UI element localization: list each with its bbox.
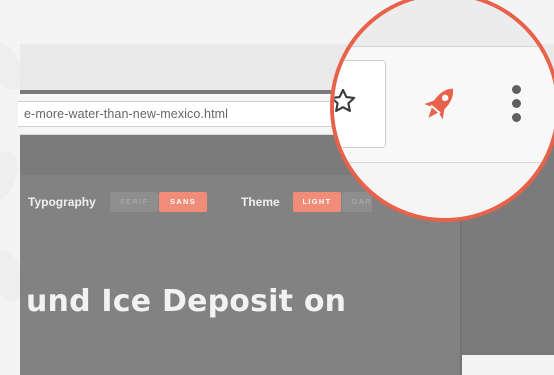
typography-label: Typography	[28, 195, 96, 209]
typography-serif-option[interactable]: SERIF	[110, 192, 158, 212]
theme-dark-option[interactable]: DAR	[342, 192, 372, 212]
url-text: e-more-water-than-new-mexico.html	[24, 107, 229, 121]
url-field[interactable]: e-more-water-than-new-mexico.html	[18, 101, 358, 127]
star-icon[interactable]	[330, 87, 357, 115]
theme-light-option[interactable]: LIGHT	[293, 192, 341, 212]
article-headline: und Ice Deposit on	[26, 284, 347, 319]
rocket-icon[interactable]	[420, 82, 460, 126]
magnified-url-field[interactable]	[330, 60, 386, 148]
theme-label: Theme	[241, 195, 280, 209]
typography-sans-option[interactable]: SANS	[159, 192, 207, 212]
more-menu-icon[interactable]	[510, 85, 522, 127]
magnified-tab-strip	[334, 0, 554, 47]
magnifier-callout	[330, 0, 554, 222]
magnified-toolbar	[334, 47, 554, 163]
